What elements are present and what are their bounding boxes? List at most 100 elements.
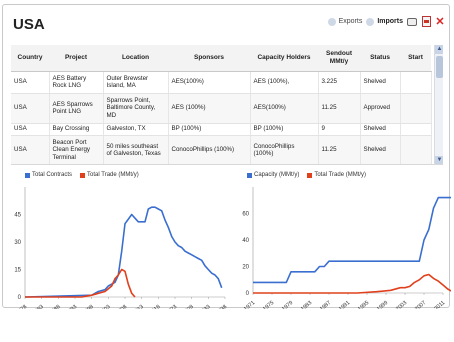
right-chart-legend: Capacity (MMt/y) Total Trade (MMt/y) [247,172,366,178]
table-cell: Outer Brewster Island, MA [103,71,169,94]
capacity-chart: 0 20 40 60 1971 1975 1979 1983 1987 1991 1995 1999 2… [242,187,451,309]
exports-icon [327,17,336,26]
table-cell [400,123,432,136]
table-cell: AES Battery Rock LNG [49,71,104,94]
table-cell: Shelved [360,123,401,136]
table-cell: 11.25 [318,135,361,164]
exports-label: Exports [338,18,363,25]
x-tick-label: 2011 [433,300,446,309]
table-cell: AES (100%), [250,71,319,94]
table-cell: AES(100%) [250,93,319,124]
column-header[interactable]: Capacity Holders [250,45,318,72]
legend-item: Capacity (MMt/y) [247,172,299,178]
x-tick-label: 1998 [82,304,95,309]
exports-button[interactable]: Exports [327,17,363,26]
x-tick-label: 2033 [198,304,211,309]
table-header-row: Country Project Location Sponsors Capaci… [11,45,431,72]
column-header[interactable]: Location [103,45,168,72]
y-tick-label: 30 [14,240,21,246]
x-tick-label: 2038 [215,304,228,309]
imports-button[interactable]: Imports [366,17,403,26]
column-header[interactable]: Project [49,45,103,72]
scroll-down-icon[interactable]: ▼ [435,156,443,164]
printer-icon [407,17,417,26]
reflection-decoration [12,326,446,338]
scroll-up-icon[interactable]: ▲ [435,45,443,54]
x-tick-label: 2023 [165,304,178,309]
table-cell: AES Sparrows Point LNG [49,93,104,124]
table-cell: Shelved [360,71,401,94]
series-line [24,206,223,298]
table-cell: 11.25 [318,93,361,124]
x-tick-label: 1978 [15,304,28,309]
table-cell: ConocoPhillips (100%) [250,135,319,164]
y-tick-label: 45 [14,213,21,219]
y-tick-label: 20 [242,265,249,271]
x-tick-label: 1971 [243,300,256,309]
legend-item: Total Trade (MMt/y) [307,172,366,178]
table-cell: USA [11,135,50,164]
table-cell: 9 [318,123,361,136]
table-cell: USA [11,93,50,124]
imports-label: Imports [377,18,403,25]
table-cell: AES(100%) [168,71,251,94]
x-tick-label: 1987 [319,300,332,309]
x-tick-label: 1993 [65,304,78,309]
x-tick-label: 1983 [300,300,313,309]
x-tick-label: 2003 [395,300,408,309]
x-tick-label: 2007 [414,300,427,309]
table-cell: Shelved [360,135,401,164]
x-tick-label: 1999 [376,300,389,309]
legend-swatch [247,172,252,178]
y-tick-label: 0 [18,295,22,301]
table-scrollbar[interactable]: ▲ ▼ [434,45,443,164]
left-chart-legend: Total Contracts Total Trade (MMt/y) [25,172,139,178]
series-line [253,273,451,294]
scroll-thumb[interactable] [436,56,443,78]
legend-label: Total Trade (MMt/y) [314,172,367,178]
page-title: USA [13,16,45,33]
table-row[interactable]: USA AES Sparrows Point LNG Sparrows Point,… [11,93,432,124]
table-cell: USA [11,123,50,136]
table-cell: AES (100%) [168,93,251,124]
legend-label: Total Contracts [32,172,73,178]
x-tick-label: 1983 [32,304,45,309]
series-line [253,196,451,284]
table-cell: ConocoPhillips (100%) [168,135,251,164]
x-tick-label: 1979 [281,300,294,309]
imports-icon [366,17,375,26]
legend-label: Capacity (MMt/y) [254,172,300,178]
column-header[interactable]: Status [360,45,400,72]
table-row[interactable]: USA AES Battery Rock LNG Outer Brewster Is… [11,71,432,94]
y-tick-label: 15 [14,268,21,274]
column-header[interactable]: Sponsors [168,45,250,72]
y-tick-label: 60 [242,212,249,218]
table-cell: 3.225 [318,71,361,94]
legend-swatch [307,172,313,178]
contracts-chart: 0153045197819831988199319982003200820132… [14,187,228,309]
x-tick-label: 1991 [338,300,351,309]
table-row[interactable]: USA Beacon Port Clean Energy Terminal 50 m… [11,135,432,164]
print-button[interactable] [407,16,417,27]
x-tick-label: 1995 [357,300,370,309]
usa-panel: USA Exports Imports ✕ Country Project Lo… [2,4,451,309]
table-cell [400,135,432,164]
legend-swatch [80,172,86,178]
table-cell: 50 miles southeast of Galveston, Texas [103,135,169,164]
x-tick-label: 2008 [115,304,128,309]
projects-table-container: Country Project Location Sponsors Capaci… [11,45,443,165]
close-button[interactable]: ✕ [435,16,445,27]
column-header[interactable]: Sendout MMt/y [318,45,360,72]
x-tick-label: 2003 [98,304,111,309]
table-row[interactable]: USA Bay Crossing Galveston, TX BP (100%) BP … [11,123,432,136]
pdf-button[interactable] [421,16,431,27]
pdf-icon [421,16,431,27]
table-cell [400,93,432,124]
column-header[interactable]: Start [400,45,431,72]
y-tick-label: 40 [242,238,249,244]
column-header[interactable]: Country [11,45,49,72]
close-icon: ✕ [435,15,445,28]
table-cell: Bay Crossing [49,123,104,136]
x-tick-label: 1975 [262,300,275,309]
table-cell: Sparrows Point, Baltimore County, MD [103,93,169,124]
